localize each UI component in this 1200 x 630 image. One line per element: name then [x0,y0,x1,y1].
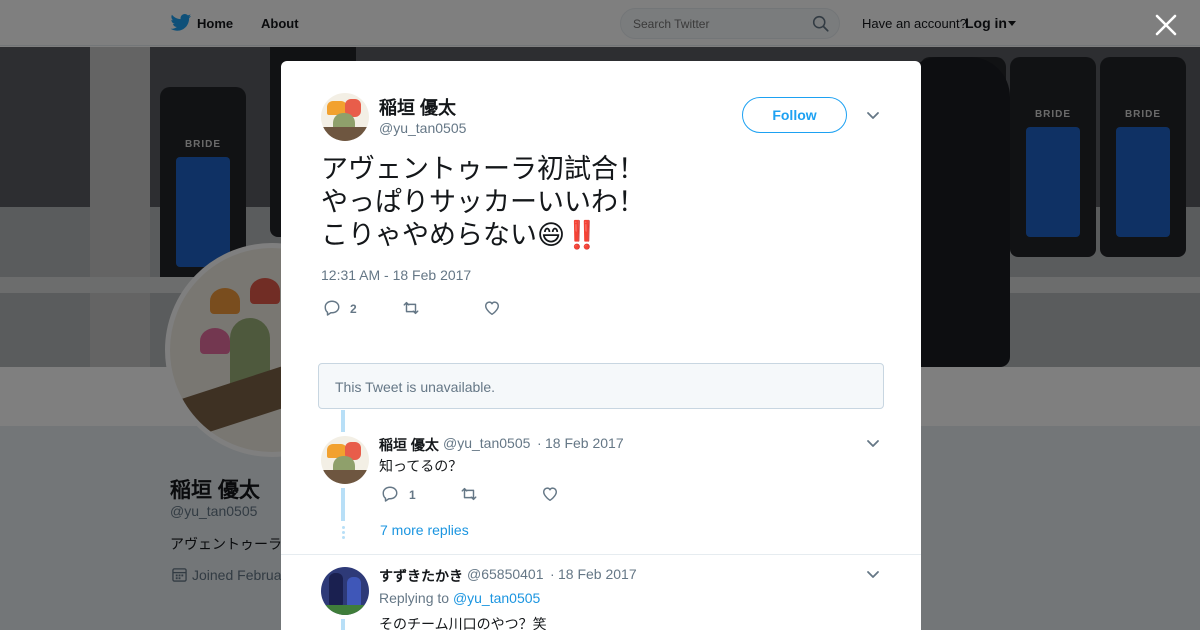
tweet-timestamp[interactable]: 12:31 AM - 18 Feb 2017 [321,267,471,283]
reply-separator: · [550,566,555,582]
reply-divider [281,554,921,555]
tweet-author-avatar[interactable] [321,93,369,141]
more-replies-link[interactable]: 7 more replies [380,522,469,538]
reply-author-avatar[interactable] [321,436,369,484]
chevron-down-icon[interactable] [866,111,880,121]
reply-author-handle[interactable]: @yu_tan0505 [443,435,530,451]
replying-to-handle[interactable]: @yu_tan0505 [453,590,540,606]
tweet-reply-count: 2 [350,302,357,316]
reply-text: 知ってるの？ [379,458,463,474]
close-icon[interactable] [1153,12,1179,38]
reply-date[interactable]: 18 Feb 2017 [545,435,624,451]
unavailable-tweet-notice: This Tweet is unavailable. [318,363,884,409]
reply-separator: · [537,435,542,451]
tweet-permalink-modal: 稲垣 優太 @yu_tan0505 Follow アヴェントゥーラ初試合！ やっ… [281,61,921,630]
thread-line [341,410,345,432]
replying-to-label: Replying to [379,590,450,606]
reply-reply-count: 1 [409,488,416,502]
follow-button[interactable]: Follow [742,97,847,133]
reply-date[interactable]: 18 Feb 2017 [558,566,637,582]
replying-to-line: Replying to @yu_tan0505 [379,590,540,606]
reply-text: そのチーム川口のやつ？笑 [379,616,547,630]
tweet-author-handle[interactable]: @yu_tan0505 [379,120,466,136]
retweet-icon[interactable] [402,299,420,317]
chevron-down-icon[interactable] [866,439,880,449]
like-icon[interactable] [483,299,501,317]
thread-line [341,619,345,630]
tweet-text: アヴェントゥーラ初試合！ やっぱりサッカーいいわ！ こりゃやめらない😄‼️ [321,154,645,251]
reply-icon[interactable] [381,485,399,503]
chevron-down-icon[interactable] [866,570,880,580]
thread-line [341,488,345,521]
reply-author-name[interactable]: 稲垣 優太 [379,435,439,455]
thread-more-dots [342,526,345,541]
reply-author-avatar[interactable] [321,567,369,615]
retweet-icon[interactable] [460,485,478,503]
reply-icon[interactable] [323,299,341,317]
reply-author-name[interactable]: すずきたかき [379,566,463,586]
like-icon[interactable] [541,485,559,503]
reply-author-handle[interactable]: @65850401 [467,566,544,582]
tweet-author-name[interactable]: 稲垣 優太 [379,94,456,120]
